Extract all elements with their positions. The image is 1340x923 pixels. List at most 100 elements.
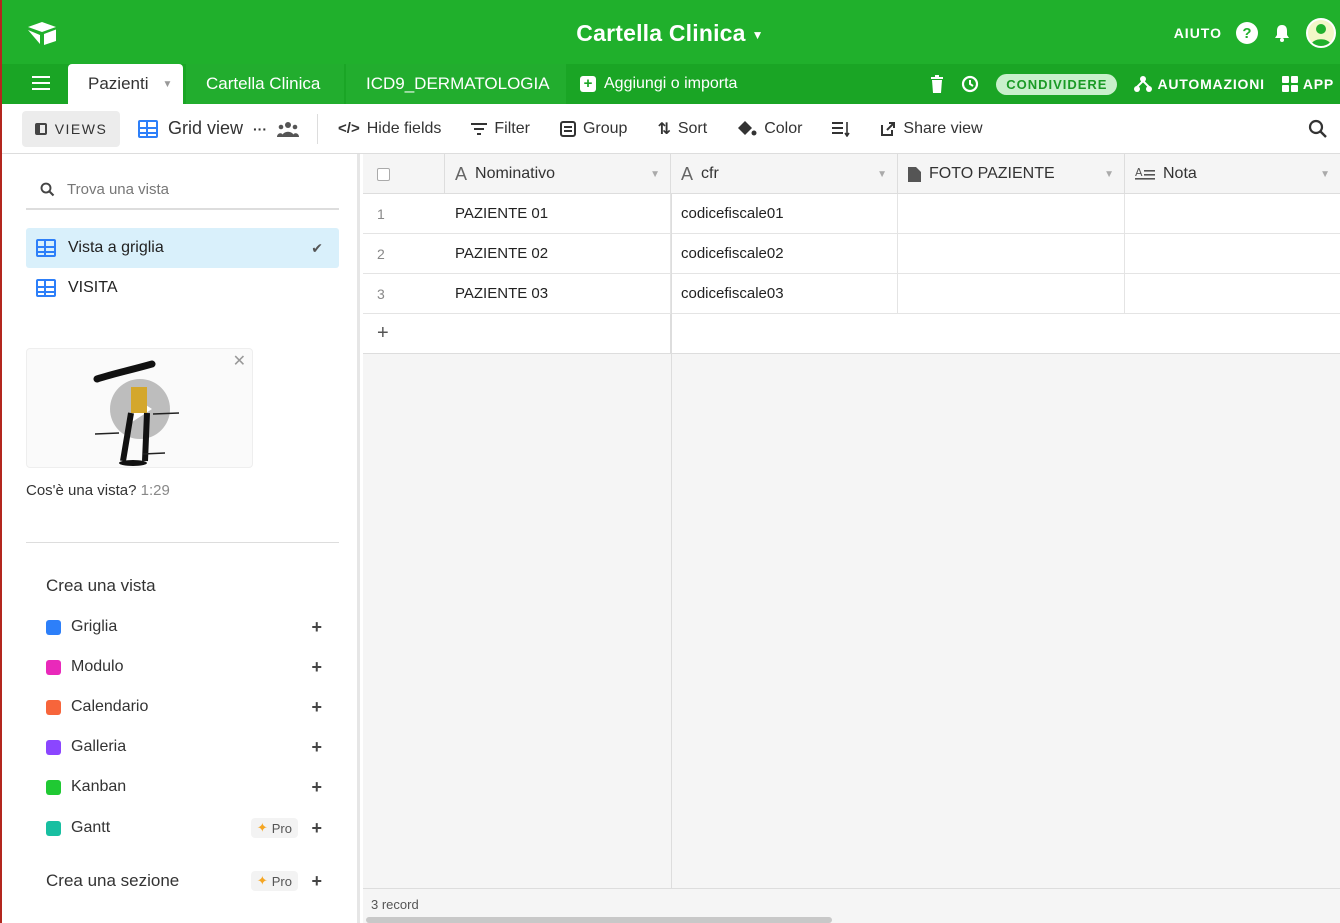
history-icon[interactable] (960, 74, 980, 94)
collaborators-icon[interactable] (277, 121, 300, 137)
find-view-search[interactable]: Trova una vista (26, 170, 339, 210)
table-row[interactable]: 1 PAZIENTE 01 codicefiscale01 (363, 194, 1340, 234)
tab-icd9-dermatologia[interactable]: ICD9_DERMATOLOGIA (346, 64, 566, 104)
sparkle-icon: ✦ (256, 820, 268, 835)
column-dropdown-icon[interactable]: ▼ (1320, 169, 1330, 180)
avatar[interactable] (1306, 18, 1336, 48)
video-thumbnail-illustration (93, 360, 180, 466)
plus-icon: + (580, 76, 596, 92)
group-button[interactable]: Group (559, 120, 627, 138)
pro-badge: ✦ Pro (250, 871, 298, 891)
cell-nota[interactable] (1125, 234, 1340, 274)
tab-label: Cartella Clinica (206, 74, 321, 93)
cell-nominativo[interactable]: PAZIENTE 03 (445, 274, 671, 314)
view-label: Vista a griglia (68, 239, 164, 256)
horizontal-scrollbar[interactable] (366, 917, 832, 923)
share-view-button[interactable]: Share view (880, 120, 983, 138)
create-section-button[interactable]: Crea una sezione ✦ Pro + (46, 866, 326, 896)
cell-nota[interactable] (1125, 274, 1340, 314)
create-view-modulo[interactable]: Modulo + (46, 652, 326, 682)
automations-button[interactable]: AUTOMAZIONI (1133, 75, 1264, 93)
video-caption[interactable]: Cos'è una vista? 1:29 (26, 482, 170, 499)
cell-cfr[interactable]: codicefiscale03 (671, 274, 898, 314)
column-header-foto-paziente[interactable]: FOTO PAZIENTE ▼ (898, 154, 1125, 194)
tab-pazienti[interactable]: Pazienti ▼ (68, 64, 183, 104)
cell-nota[interactable] (1125, 194, 1340, 234)
column-label: Nominativo (475, 165, 556, 182)
grid-footer: 3 record (363, 888, 1340, 923)
select-all-checkbox[interactable] (377, 167, 390, 181)
sidebar-divider (26, 542, 339, 543)
tab-cartella-clinica[interactable]: Cartella Clinica (186, 64, 344, 104)
create-view-heading: Crea una vista (46, 576, 156, 595)
column-dropdown-icon[interactable]: ▼ (877, 169, 887, 180)
color-button[interactable]: Color (737, 120, 802, 138)
plus-icon: + (311, 696, 322, 717)
cell-foto-paziente[interactable] (898, 274, 1125, 314)
plus-icon: + (311, 870, 322, 891)
close-icon[interactable]: ✕ (233, 351, 246, 371)
row-height-button[interactable] (832, 121, 851, 137)
add-record-button[interactable]: + (363, 314, 671, 354)
attachment-icon (908, 167, 921, 182)
sidebar-view-visita[interactable]: VISITA (26, 268, 339, 308)
base-title[interactable]: Cartella Clinica ▼ (0, 20, 1340, 47)
column-header-nominativo[interactable]: A Nominativo ▼ (445, 154, 671, 194)
create-view-kanban[interactable]: Kanban + (46, 772, 326, 802)
column-header-nota[interactable]: A Nota ▼ (1125, 154, 1340, 194)
base-title-text: Cartella Clinica (576, 20, 746, 46)
column-dropdown-icon[interactable]: ▼ (650, 169, 660, 180)
text-field-icon: A (681, 163, 694, 184)
cell-nominativo[interactable]: PAZIENTE 01 (445, 194, 671, 234)
hide-fields-button[interactable]: </> Hide fields (338, 120, 441, 138)
pro-badge: ✦ Pro (250, 818, 298, 838)
grid-icon (46, 619, 61, 635)
find-view-placeholder: Trova una vista (67, 180, 169, 198)
group-icon (559, 120, 576, 137)
select-all-cell (363, 154, 445, 194)
records-grid: A Nominativo ▼ A cfr ▼ FOTO PAZIENTE ▼ A… (363, 154, 1340, 923)
more-options-icon[interactable]: ··· (253, 121, 267, 137)
share-button[interactable]: CONDIVIDERE (996, 73, 1118, 95)
cell-foto-paziente[interactable] (898, 194, 1125, 234)
create-view-griglia[interactable]: Griglia + (46, 612, 326, 642)
create-item-label: Griglia (71, 618, 118, 635)
create-view-calendario[interactable]: Calendario + (46, 692, 326, 722)
create-item-label: Kanban (71, 778, 127, 795)
column-header-cfr[interactable]: A cfr ▼ (671, 154, 898, 194)
view-toolbar: VIEWS Grid view ··· </> Hide fields Filt… (0, 104, 1340, 154)
sort-icon: ⇅ (657, 120, 671, 138)
help-label[interactable]: AIUTO (1174, 25, 1222, 41)
views-toggle-button[interactable]: VIEWS (22, 110, 120, 147)
help-icon[interactable]: ? (1236, 22, 1258, 44)
apps-icon (1281, 76, 1298, 92)
cell-nominativo[interactable]: PAZIENTE 02 (445, 234, 671, 274)
gantt-icon (46, 820, 61, 836)
table-row[interactable]: 3 PAZIENTE 03 codicefiscale03 (363, 274, 1340, 314)
sidebar-view-vista-a-griglia[interactable]: Vista a griglia ✔ (26, 228, 339, 268)
cell-cfr[interactable]: codicefiscale01 (671, 194, 898, 234)
current-view-selector[interactable]: Grid view ··· (138, 118, 300, 139)
video-tutorial-card[interactable]: ✕ (26, 348, 253, 468)
create-item-label: Calendario (71, 698, 149, 715)
add-import-button[interactable]: + Aggiungi o importa (580, 64, 737, 104)
filter-button[interactable]: Filter (471, 120, 530, 138)
user-icon (1311, 24, 1331, 46)
sparkle-icon: ✦ (256, 873, 268, 888)
apps-button[interactable]: APP (1281, 75, 1334, 93)
views-label: VIEWS (54, 120, 108, 137)
column-dropdown-icon[interactable]: ▼ (1104, 169, 1114, 180)
create-view-gantt[interactable]: Gantt ✦ Pro + (46, 813, 326, 843)
table-row[interactable]: 2 PAZIENTE 02 codicefiscale02 (363, 234, 1340, 274)
automation-icon (1134, 76, 1153, 92)
cell-cfr[interactable]: codicefiscale02 (671, 234, 898, 274)
trash-icon[interactable] (930, 75, 944, 93)
sort-button[interactable]: ⇅ Sort (657, 119, 707, 139)
grid-header-row: A Nominativo ▼ A cfr ▼ FOTO PAZIENTE ▼ A… (363, 154, 1340, 194)
search-icon[interactable] (1308, 119, 1328, 139)
bell-icon[interactable] (1272, 23, 1292, 43)
create-view-galleria[interactable]: Galleria + (46, 732, 326, 762)
menu-icon[interactable] (32, 76, 50, 92)
cell-foto-paziente[interactable] (898, 234, 1125, 274)
plus-icon: + (311, 776, 322, 797)
